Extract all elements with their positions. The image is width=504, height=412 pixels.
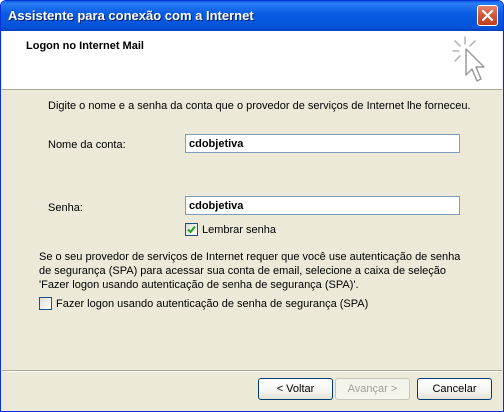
intro-text: Digite o nome e a senha da conta que o p… (48, 100, 471, 112)
next-button[interactable]: Avançar > (335, 378, 410, 400)
cancel-button[interactable]: Cancelar (417, 378, 492, 400)
account-input[interactable] (185, 134, 460, 153)
check-icon (187, 225, 196, 234)
spa-explanation: Se o seu provedor de serviços de Interne… (39, 250, 479, 292)
password-label: Senha: (48, 202, 83, 214)
window-title: Assistente para conexão com a Internet (8, 8, 254, 23)
remember-checkbox-box[interactable] (185, 223, 198, 236)
footer-divider (2, 370, 502, 372)
spa-label: Fazer logon usando autenticação de senha… (56, 297, 369, 310)
wizard-content: Digite o nome e a senha da conta que o p… (2, 90, 502, 370)
wizard-window: Assistente para conexão com a Internet L… (0, 0, 504, 412)
spa-paragraph-line: 'Fazer logon usando autenticação de senh… (39, 279, 359, 291)
spa-paragraph-line: de segurança (SPA) para acessar sua cont… (39, 265, 447, 277)
back-button[interactable]: < Voltar (258, 378, 333, 400)
title-bar[interactable]: Assistente para conexão com a Internet (1, 1, 503, 31)
spa-checkbox[interactable]: Fazer logon usando autenticação de senha… (39, 297, 368, 310)
wizard-cursor-sparkle-icon (452, 36, 485, 82)
account-label: Nome da conta: (48, 139, 126, 151)
remember-label: Lembrar senha (202, 223, 276, 236)
password-input[interactable] (185, 196, 460, 215)
wizard-header: Logon no Internet Mail (2, 31, 502, 90)
close-icon (482, 10, 493, 21)
spa-paragraph-line: Se o seu provedor de serviços de Interne… (39, 251, 461, 263)
remember-password-checkbox[interactable]: Lembrar senha (185, 223, 276, 236)
spa-checkbox-box[interactable] (39, 297, 52, 310)
page-title: Logon no Internet Mail (26, 40, 144, 52)
close-button[interactable] (477, 5, 498, 26)
